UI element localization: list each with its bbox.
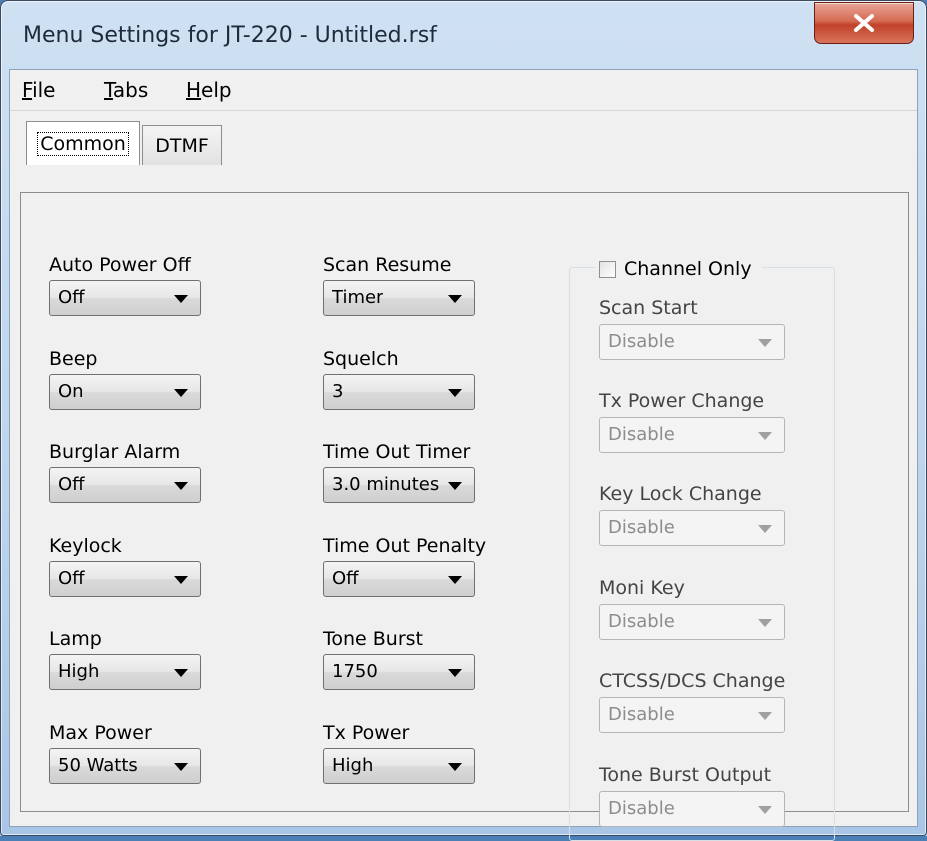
chevron-down-icon <box>758 806 772 814</box>
app-window: Menu Settings for JT-220 - Untitled.rsf … <box>0 0 927 841</box>
label-ctcss-dcs-change: CTCSS/DCS Change <box>599 670 786 692</box>
burglar-alarm-select[interactable]: Off <box>49 467 201 503</box>
channel-only-checkbox[interactable] <box>599 260 616 278</box>
chevron-down-icon <box>758 339 772 347</box>
chevron-down-icon <box>174 669 188 677</box>
channel-only-label: Channel Only <box>624 258 752 280</box>
label-squelch: Squelch <box>323 348 399 370</box>
label-moni-key: Moni Key <box>599 577 685 599</box>
label-keylock: Keylock <box>49 535 122 557</box>
close-button[interactable] <box>814 2 914 44</box>
tone-burst-output-select: Disable <box>599 791 785 827</box>
menu-tabs[interactable]: Tabs <box>104 78 148 102</box>
chevron-down-icon <box>174 482 188 490</box>
client-area: File Tabs Help Common DTMF Auto Power Of… <box>9 69 918 841</box>
chevron-down-icon <box>758 432 772 440</box>
chevron-down-icon <box>174 389 188 397</box>
chevron-down-icon <box>174 576 188 584</box>
label-scan-start: Scan Start <box>599 297 698 319</box>
label-tx-power-change: Tx Power Change <box>599 390 765 412</box>
tx-power-change-select: Disable <box>599 417 785 453</box>
chevron-down-icon <box>758 619 772 627</box>
menu-help[interactable]: Help <box>186 78 232 102</box>
max-power-select[interactable]: 50 Watts <box>49 748 201 784</box>
ctcss-dcs-change-select: Disable <box>599 697 785 733</box>
label-beep: Beep <box>49 348 98 370</box>
channel-only-toggle[interactable]: Channel Only <box>595 254 762 284</box>
close-icon <box>854 14 874 32</box>
chevron-down-icon <box>448 576 462 584</box>
tab-dtmf[interactable]: DTMF <box>142 125 222 165</box>
chevron-down-icon <box>174 763 188 771</box>
label-max-power: Max Power <box>49 722 152 744</box>
menu-file[interactable]: File <box>22 78 55 102</box>
time-out-penalty-select[interactable]: Off <box>323 561 475 597</box>
time-out-timer-select[interactable]: 3.0 minutes <box>323 467 475 503</box>
chevron-down-icon <box>758 712 772 720</box>
auto-power-off-select[interactable]: Off <box>49 280 201 316</box>
label-burglar-alarm: Burglar Alarm <box>49 441 181 463</box>
chevron-down-icon <box>448 295 462 303</box>
lamp-select[interactable]: High <box>49 654 201 690</box>
menu-bar: File Tabs Help <box>10 70 917 111</box>
scan-start-select: Disable <box>599 324 785 360</box>
key-lock-change-select: Disable <box>599 510 785 546</box>
label-key-lock-change: Key Lock Change <box>599 483 762 505</box>
squelch-select[interactable]: 3 <box>323 374 475 410</box>
chevron-down-icon <box>448 389 462 397</box>
tone-burst-select[interactable]: 1750 <box>323 654 475 690</box>
tx-power-select[interactable]: High <box>323 748 475 784</box>
label-time-out-timer: Time Out Timer <box>323 441 471 463</box>
label-tx-power: Tx Power <box>323 722 410 744</box>
label-tone-burst: Tone Burst <box>323 628 424 650</box>
label-lamp: Lamp <box>49 628 102 650</box>
title-bar[interactable]: Menu Settings for JT-220 - Untitled.rsf <box>1 1 926 69</box>
label-tone-burst-output: Tone Burst Output <box>599 764 772 786</box>
chevron-down-icon <box>448 482 462 490</box>
keylock-select[interactable]: Off <box>49 561 201 597</box>
tab-common[interactable]: Common <box>26 121 140 165</box>
beep-select[interactable]: On <box>49 374 201 410</box>
tab-panel-common: Auto Power Off Off Beep On Burglar Alarm… <box>20 192 909 841</box>
chevron-down-icon <box>758 525 772 533</box>
label-scan-resume: Scan Resume <box>323 254 452 276</box>
scan-resume-select[interactable]: Timer <box>323 280 475 316</box>
chevron-down-icon <box>174 295 188 303</box>
chevron-down-icon <box>448 669 462 677</box>
label-time-out-penalty: Time Out Penalty <box>323 535 487 557</box>
moni-key-select: Disable <box>599 604 785 640</box>
label-auto-power-off: Auto Power Off <box>49 254 191 276</box>
chevron-down-icon <box>448 763 462 771</box>
window-title: Menu Settings for JT-220 - Untitled.rsf <box>23 23 437 48</box>
